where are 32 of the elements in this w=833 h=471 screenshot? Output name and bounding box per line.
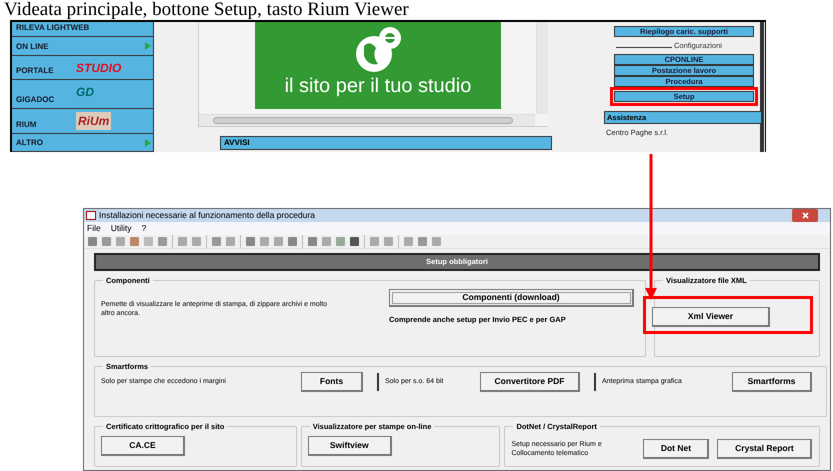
caption: Videata principale, bottone Setup, tasto Rium Viewer <box>3 0 410 20</box>
button[interactable]: Fonts <box>301 372 363 392</box>
menu-item[interactable]: GIGADOC GD <box>12 80 153 109</box>
menu-item[interactable]: ON LINE <box>12 37 153 56</box>
scrollbar-thumb[interactable] <box>213 117 513 124</box>
menu-item[interactable]: File <box>87 222 101 235</box>
button[interactable]: Dot Net <box>643 438 710 459</box>
close-icon <box>802 212 808 219</box>
logo-text: GD <box>76 84 94 102</box>
menu-item[interactable]: ALTRO <box>12 134 153 152</box>
button[interactable]: Xml Viewer <box>652 306 770 327</box>
globe-logo-icon <box>354 26 402 74</box>
button[interactable]: CA.CE <box>101 436 185 456</box>
button[interactable]: Componenti (download) <box>389 289 634 307</box>
banner-text: il sito per il tuo studio <box>284 74 472 98</box>
menu-item[interactable]: RIUM RiUm <box>12 108 153 134</box>
button[interactable]: Smartforms <box>732 372 812 392</box>
button[interactable]: Convertitore PDF <box>480 372 580 392</box>
vertical-scrollbar[interactable] <box>536 22 548 114</box>
menu-item[interactable]: Utility <box>110 222 132 235</box>
notices-header: AVVISI <box>220 136 552 150</box>
logo-text: STUDIO <box>76 60 122 77</box>
button[interactable]: Crystal Report <box>717 438 812 459</box>
close-button[interactable] <box>792 209 818 222</box>
horizontal-scrollbar[interactable] <box>199 114 535 126</box>
menu-item[interactable]: RILEVA LIGHTWEB <box>12 22 153 37</box>
logo-text: RiUm <box>76 112 112 130</box>
menu-item[interactable]: ? <box>141 222 146 235</box>
button[interactable]: Swiftview <box>308 436 392 456</box>
app-icon <box>86 211 96 220</box>
menu-item[interactable]: PORTALE STUDIO <box>12 56 153 80</box>
window-title: Installazioni necessarie al funzionamento della procedura <box>99 209 315 222</box>
